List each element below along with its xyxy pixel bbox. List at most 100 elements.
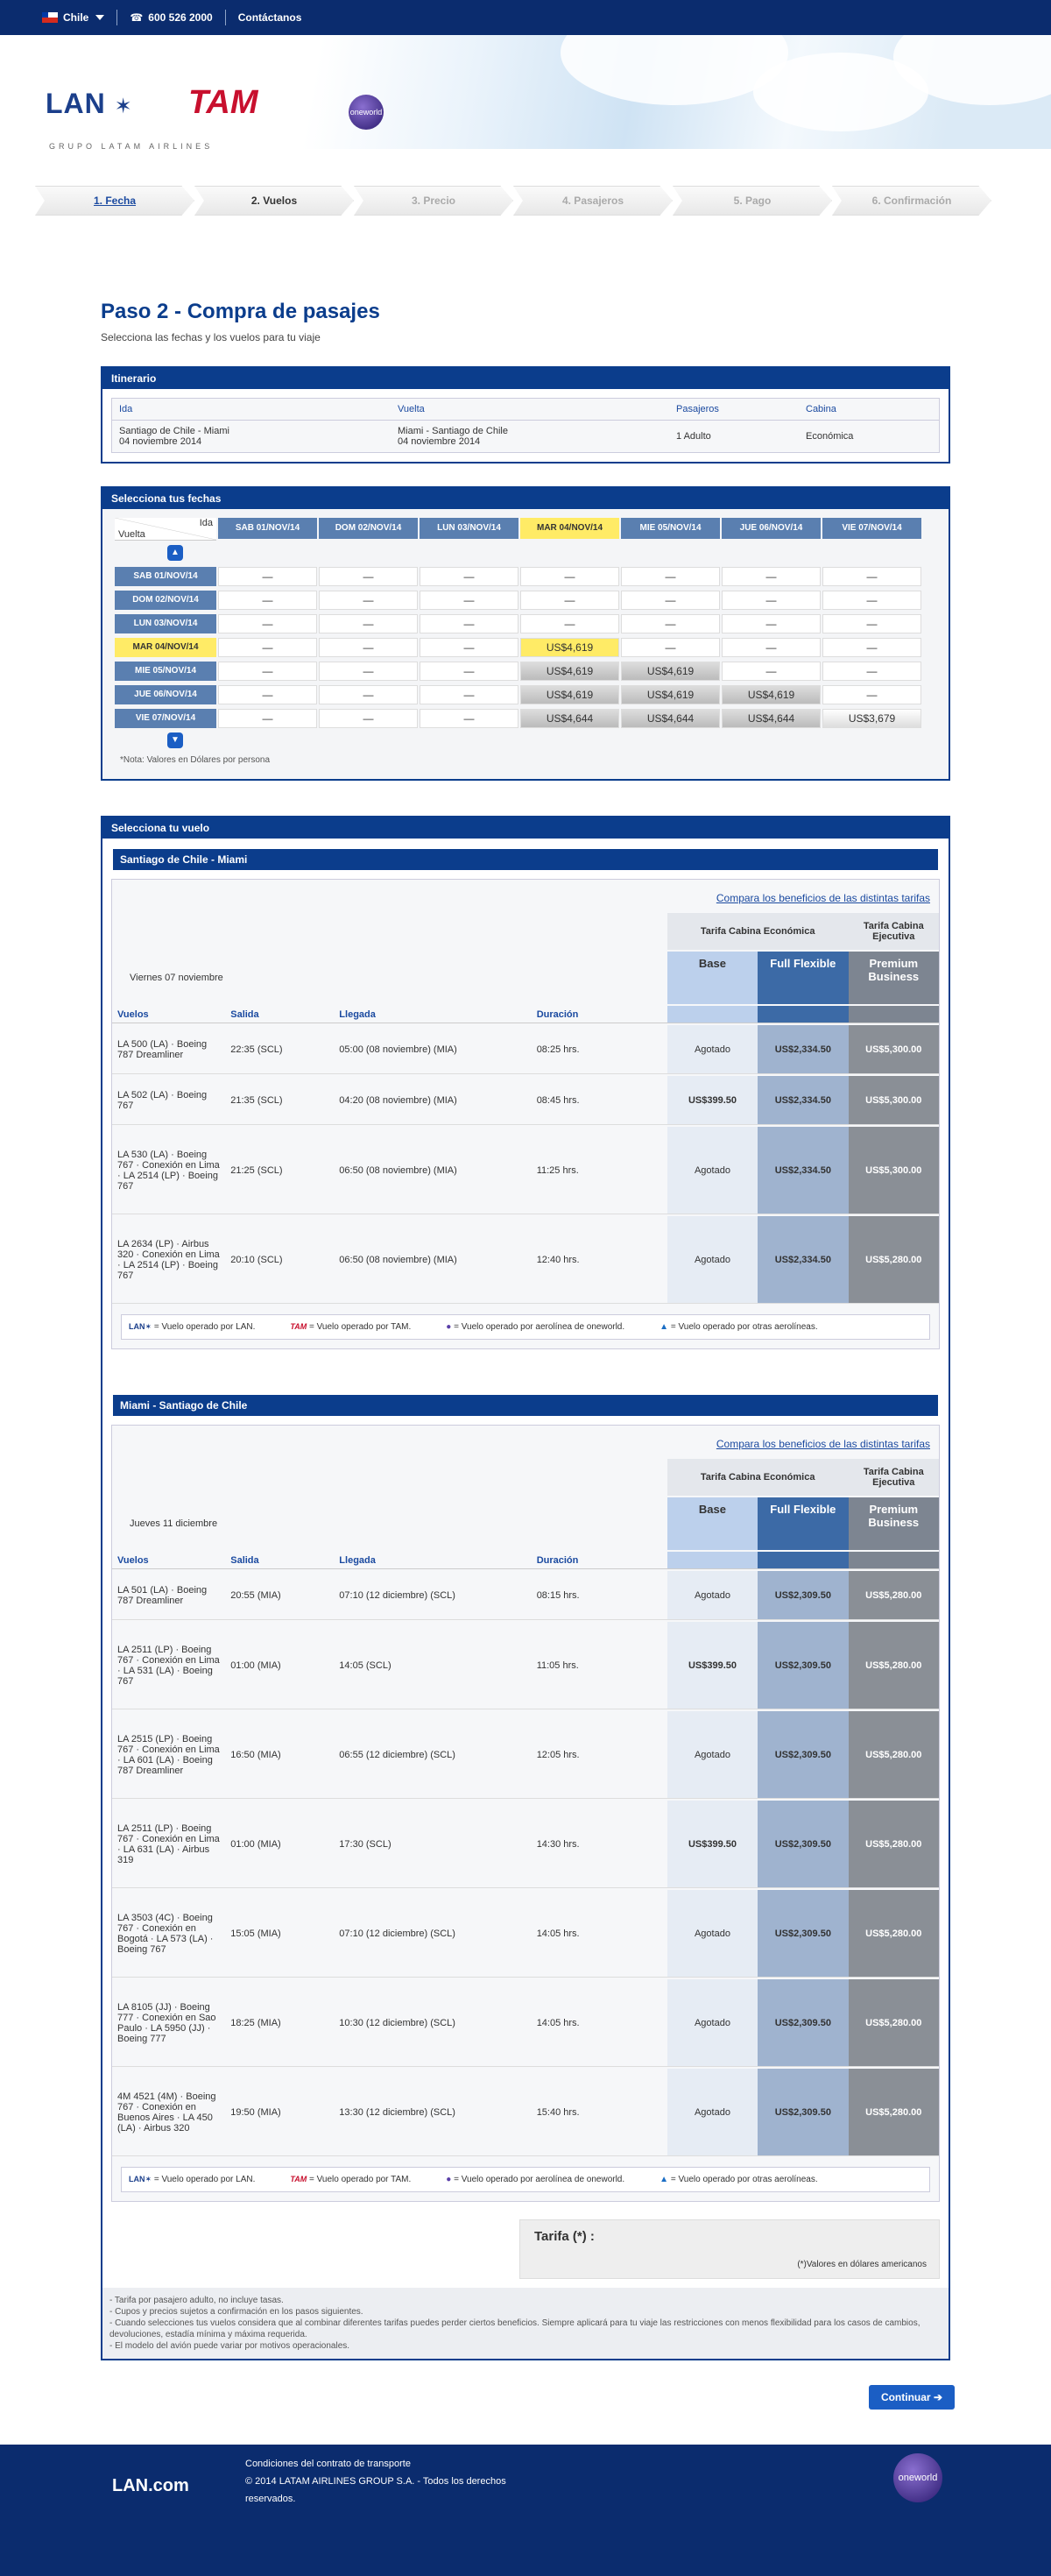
- premium-fare-cell[interactable]: US$5,280.00: [848, 1571, 939, 1620]
- premium-fare-cell[interactable]: US$5,300.00: [848, 1076, 939, 1125]
- return-date-4[interactable]: MAR 04/NOV/14: [115, 638, 216, 657]
- contract-link[interactable]: Condiciones del contrato de transporte: [245, 2455, 534, 2473]
- full-flexible-fare-cell[interactable]: US$2,309.50: [758, 1711, 849, 1799]
- flight-info[interactable]: LA 8105 (JJ) · Boeing 777 · Conexión en …: [112, 1979, 226, 2067]
- depart-date-3[interactable]: LUN 03/NOV/14: [420, 518, 518, 539]
- flight-info[interactable]: LA 530 (LA) · Boeing 767 · Conexión en L…: [112, 1127, 226, 1214]
- contact-link[interactable]: Contáctanos: [238, 11, 302, 24]
- departure-time: 18:25 (MIA): [225, 1979, 335, 2067]
- depart-date-5[interactable]: MIE 05/NOV/14: [621, 518, 720, 539]
- depart-date-4[interactable]: MAR 04/NOV/14: [520, 518, 619, 539]
- flight-info[interactable]: LA 2511 (LP) · Boeing 767 · Conexión en …: [112, 1622, 226, 1709]
- date-price-cell[interactable]: US$4,619: [520, 638, 619, 657]
- return-date-7[interactable]: VIE 07/NOV/14: [115, 709, 216, 728]
- legend: LAN✶ = Vuelo operado por LAN. TAM = Vuel…: [121, 2167, 930, 2192]
- date-price-cell[interactable]: US$3,679: [822, 709, 921, 728]
- date-price-cell[interactable]: US$4,619: [621, 685, 720, 704]
- full-flexible-fare-cell[interactable]: US$2,334.50: [758, 1127, 849, 1214]
- full-flexible-fare-cell[interactable]: US$2,309.50: [758, 1571, 849, 1620]
- date-price-cell[interactable]: US$4,644: [722, 709, 821, 728]
- flight-info[interactable]: LA 501 (LA) · Boeing 787 Dreamliner: [112, 1571, 226, 1620]
- base-fare-cell: Agotado: [667, 1890, 758, 1978]
- phone-icon: ☎: [130, 11, 144, 24]
- flight-info[interactable]: LA 2515 (LP) · Boeing 767 · Conexión en …: [112, 1711, 226, 1799]
- itin-header-cabina: Cabina: [806, 404, 836, 414]
- full-flexible-fare-cell[interactable]: US$2,309.50: [758, 1979, 849, 2067]
- premium-fare-cell[interactable]: US$5,280.00: [848, 1622, 939, 1709]
- ida-label: Ida: [199, 518, 213, 528]
- base-fare-cell[interactable]: US$399.50: [667, 1076, 758, 1125]
- date-price-cell[interactable]: US$4,619: [520, 662, 619, 681]
- premium-fare-cell[interactable]: US$5,300.00: [848, 1127, 939, 1214]
- date-empty-cell: —: [319, 567, 418, 586]
- chevron-down-icon[interactable]: [95, 15, 105, 20]
- col-salida: Salida: [225, 1006, 335, 1023]
- full-flexible-fare-cell[interactable]: US$2,334.50: [758, 1025, 849, 1074]
- depart-date-1[interactable]: SAB 01/NOV/14: [218, 518, 317, 539]
- depart-date-2[interactable]: DOM 02/NOV/14: [319, 518, 418, 539]
- date-price-cell[interactable]: US$4,619: [722, 685, 821, 704]
- arrival-time: 04:20 (08 noviembre) (MIA): [334, 1076, 532, 1125]
- grupo-latam-text: GRUPO LATAM AIRLINES: [49, 142, 214, 149]
- flight-info[interactable]: LA 2634 (LP) · Airbus 320 · Conexión en …: [112, 1216, 226, 1304]
- depart-date-6[interactable]: JUE 06/NOV/14: [722, 518, 821, 539]
- premium-business-header: Premium Business: [848, 952, 939, 1004]
- depart-date-7[interactable]: VIE 07/NOV/14: [822, 518, 921, 539]
- eco-cabin-header: Tarifa Cabina Económica: [667, 1459, 849, 1496]
- compare-fares-link[interactable]: Compara los beneficios de las distintas …: [112, 1426, 939, 1457]
- compare-fares-link[interactable]: Compara los beneficios de las distintas …: [112, 880, 939, 911]
- departure-time: 16:50 (MIA): [225, 1711, 335, 1799]
- full-flexible-fare-cell[interactable]: US$2,309.50: [758, 2069, 849, 2156]
- flight-info[interactable]: LA 3503 (4C) · Boeing 767 · Conexión en …: [112, 1890, 226, 1978]
- date-price-cell[interactable]: US$4,619: [520, 685, 619, 704]
- return-date-3[interactable]: LUN 03/NOV/14: [115, 614, 216, 633]
- premium-fare-cell[interactable]: US$5,280.00: [848, 1801, 939, 1888]
- base-fare-header: Base: [667, 952, 758, 1004]
- premium-fare-cell[interactable]: US$5,280.00: [848, 2069, 939, 2156]
- flight-info[interactable]: LA 500 (LA) · Boeing 787 Dreamliner: [112, 1025, 226, 1074]
- full-flexible-fare-cell[interactable]: US$2,309.50: [758, 1801, 849, 1888]
- full-flexible-fare-cell[interactable]: US$2,334.50: [758, 1216, 849, 1304]
- full-flexible-fare-cell[interactable]: US$2,309.50: [758, 1622, 849, 1709]
- next-dates-arrow-icon[interactable]: ▼: [167, 732, 183, 748]
- premium-fare-cell[interactable]: US$5,300.00: [848, 1025, 939, 1074]
- base-fare-cell[interactable]: US$399.50: [667, 1622, 758, 1709]
- continue-button[interactable]: Continuar ➔: [868, 2385, 955, 2410]
- exec-cabin-header: Tarifa Cabina Ejecutiva: [848, 1459, 939, 1496]
- return-date-2[interactable]: DOM 02/NOV/14: [115, 591, 216, 610]
- step-label[interactable]: 1. Fecha: [94, 195, 136, 207]
- flight-info[interactable]: LA 2511 (LP) · Boeing 767 · Conexión en …: [112, 1801, 226, 1888]
- route-box: Compara los beneficios de las distintas …: [111, 879, 940, 1349]
- duration: 12:05 hrs.: [531, 1711, 667, 1799]
- tam-logo[interactable]: TAM: [188, 84, 258, 122]
- full-flexible-fare-cell[interactable]: US$2,309.50: [758, 1890, 849, 1978]
- return-date-1[interactable]: SAB 01/NOV/14: [115, 567, 216, 586]
- flight-row: LA 500 (LA) · Boeing 787 Dreamliner 22:3…: [112, 1025, 939, 1074]
- flight-info[interactable]: 4M 4521 (4M) · Boeing 767 · Conexión en …: [112, 2069, 226, 2156]
- full-flexible-header: Full Flexible: [758, 1497, 849, 1550]
- premium-fare-cell[interactable]: US$5,280.00: [848, 1216, 939, 1304]
- date-empty-cell: —: [319, 709, 418, 728]
- full-flexible-fare-cell[interactable]: US$2,334.50: [758, 1076, 849, 1125]
- country-selector[interactable]: Chile: [63, 11, 88, 24]
- date-price-cell[interactable]: US$4,619: [621, 662, 720, 681]
- page-subtitle: Selecciona las fechas y los vuelos para …: [101, 331, 321, 343]
- return-date-5[interactable]: MIE 05/NOV/14: [115, 662, 216, 681]
- prev-dates-arrow-icon[interactable]: ▲: [167, 545, 183, 561]
- fine-print: - Tarifa por pasajero adulto, no incluye…: [102, 2288, 949, 2359]
- lan-logo[interactable]: LAN ✶: [46, 88, 133, 120]
- prev-dates-row: ▲: [115, 545, 921, 563]
- eco-cabin-header: Tarifa Cabina Económica: [667, 913, 849, 950]
- base-fare-cell[interactable]: US$399.50: [667, 1801, 758, 1888]
- return-date-6[interactable]: JUE 06/NOV/14: [115, 685, 216, 704]
- step-1[interactable]: 1. Fecha: [35, 186, 194, 216]
- premium-fare-cell[interactable]: US$5,280.00: [848, 1711, 939, 1799]
- flight-info[interactable]: LA 502 (LA) · Boeing 767: [112, 1076, 226, 1125]
- footer-logo[interactable]: LAN.com: [112, 2476, 189, 2496]
- premium-fare-cell[interactable]: US$5,280.00: [848, 1890, 939, 1978]
- date-empty-cell: —: [319, 591, 418, 610]
- tarifa-label: Tarifa (*) :: [534, 2229, 595, 2244]
- date-price-cell[interactable]: US$4,644: [621, 709, 720, 728]
- date-price-cell[interactable]: US$4,644: [520, 709, 619, 728]
- premium-fare-cell[interactable]: US$5,280.00: [848, 1979, 939, 2067]
